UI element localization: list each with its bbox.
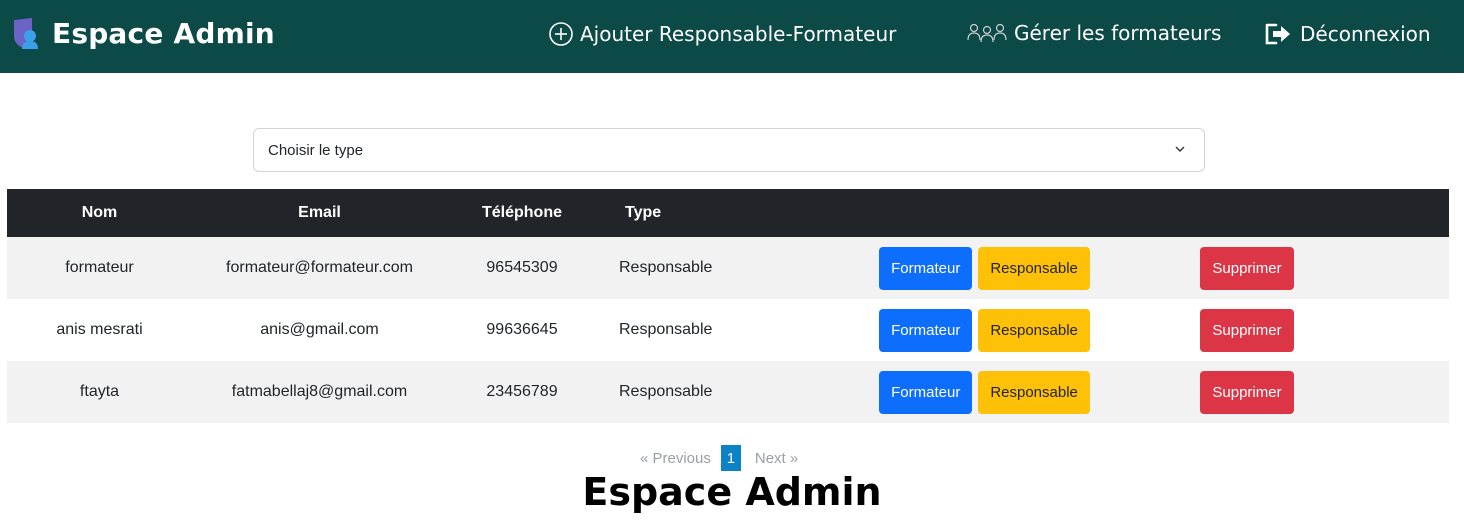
cell-type: Responsable xyxy=(619,383,713,400)
cell-nom: ftayta xyxy=(79,383,120,400)
cell-telephone: 96545309 xyxy=(486,259,558,276)
cell-email: anis@gmail.com xyxy=(260,321,379,338)
cell-telephone: 23456789 xyxy=(486,383,558,400)
cell-spacer xyxy=(1337,361,1449,423)
cell-nom: anis mesrati xyxy=(56,321,143,338)
brand[interactable]: Espace Admin xyxy=(10,16,275,50)
shield-user-icon xyxy=(10,16,40,50)
cell-nom: formateur xyxy=(65,259,134,276)
header-spacer xyxy=(1337,189,1449,237)
table-row: formateur formateur@formateur.com 965453… xyxy=(7,237,1449,299)
set-responsable-button[interactable]: Responsable xyxy=(978,246,1090,290)
footer-title: Espace Admin xyxy=(582,470,882,514)
header-type: Type xyxy=(625,204,662,221)
type-select[interactable]: Choisir le type xyxy=(253,128,1205,172)
cell-email: fatmabellaj8@gmail.com xyxy=(231,383,408,400)
cell-email: formateur@formateur.com xyxy=(226,259,413,276)
set-formateur-button[interactable]: Formateur xyxy=(879,246,973,290)
header-actions xyxy=(812,189,1157,237)
previous-page-link[interactable]: « Previous xyxy=(640,450,711,467)
cell-telephone: 99636645 xyxy=(486,321,558,338)
set-formateur-button[interactable]: Formateur xyxy=(879,308,973,352)
delete-button[interactable]: Supprimer xyxy=(1200,308,1294,352)
users-icon xyxy=(967,23,1007,43)
cell-spacer xyxy=(1337,299,1449,361)
pagination: « Previous 1 Next » xyxy=(640,445,808,471)
table-row: ftayta fatmabellaj8@gmail.com 23456789 R… xyxy=(7,361,1449,423)
logout-label: Déconnexion xyxy=(1300,22,1431,46)
add-responsable-formateur-link[interactable]: Ajouter Responsable-Formateur xyxy=(548,21,896,47)
type-select-value: Choisir le type xyxy=(268,141,364,159)
delete-button[interactable]: Supprimer xyxy=(1200,370,1294,414)
cell-type: Responsable xyxy=(619,321,713,338)
table-row: anis mesrati anis@gmail.com 99636645 Res… xyxy=(7,299,1449,361)
cell-type: Responsable xyxy=(619,259,713,276)
plus-circle-icon xyxy=(549,22,573,46)
header-nom: Nom xyxy=(81,204,118,221)
brand-title: Espace Admin xyxy=(52,16,275,50)
chevron-down-icon xyxy=(1175,146,1185,153)
header-telephone: Téléphone xyxy=(481,204,562,221)
set-responsable-button[interactable]: Responsable xyxy=(978,308,1090,352)
header-email: Email xyxy=(298,204,341,221)
add-link-label: Ajouter Responsable-Formateur xyxy=(580,22,897,46)
cell-delete: Supprimer xyxy=(1157,361,1337,423)
users-table: Nom Email Téléphone Type formateur forma… xyxy=(7,189,1449,423)
sign-out-icon xyxy=(1265,23,1290,45)
cell-delete: Supprimer xyxy=(1157,299,1337,361)
table-header-row: Nom Email Téléphone Type xyxy=(7,189,1449,237)
set-formateur-button[interactable]: Formateur xyxy=(879,370,973,414)
header-delete xyxy=(1157,189,1337,237)
cell-role-actions: Formateur Responsable xyxy=(812,299,1157,361)
manage-link-label: Gérer les formateurs xyxy=(1014,21,1222,45)
manage-formateurs-link[interactable]: Gérer les formateurs xyxy=(966,21,1221,45)
cell-role-actions: Formateur Responsable xyxy=(812,237,1157,299)
current-page[interactable]: 1 xyxy=(720,445,741,471)
top-navbar: Espace Admin Ajouter Responsable-Formate… xyxy=(0,0,1464,73)
cell-role-actions: Formateur Responsable xyxy=(812,361,1157,423)
cell-delete: Supprimer xyxy=(1157,237,1337,299)
cell-spacer xyxy=(1337,237,1449,299)
delete-button[interactable]: Supprimer xyxy=(1200,246,1294,290)
next-page-link[interactable]: Next » xyxy=(755,450,798,467)
set-responsable-button[interactable]: Responsable xyxy=(978,370,1090,414)
logout-link[interactable]: Déconnexion xyxy=(1264,21,1431,47)
